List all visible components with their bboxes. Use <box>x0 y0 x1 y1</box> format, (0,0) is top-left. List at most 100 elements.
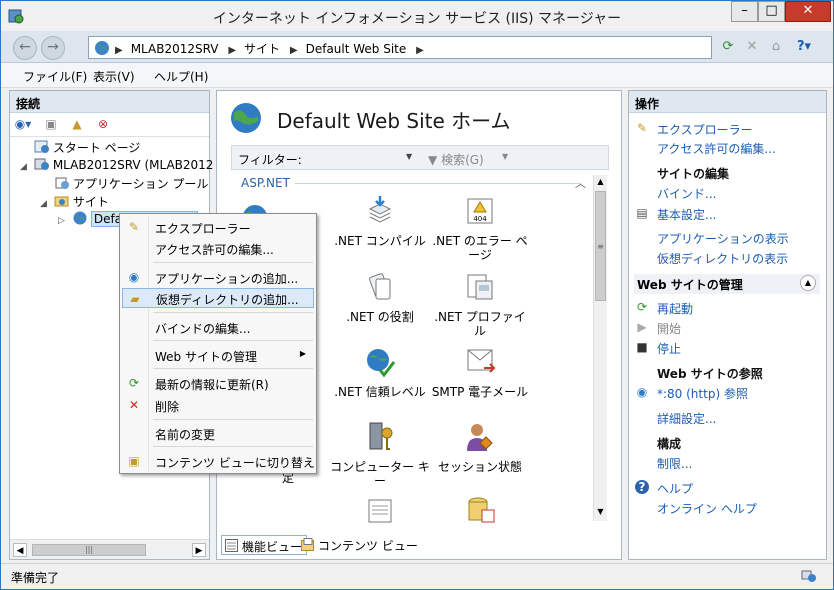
menu-help[interactable]: ヘルプ(H) <box>154 68 208 85</box>
action-explore[interactable]: エクスプローラー <box>657 121 753 138</box>
breadcrumb: ▶ MLAB2012SRV ▶ サイト ▶ Default Web Site ▶ <box>115 40 432 57</box>
action-restart[interactable]: 再起動 <box>657 300 693 317</box>
breadcrumb-server[interactable]: MLAB2012SRV <box>131 42 219 56</box>
stop-square-icon: ■ <box>636 340 648 354</box>
feature-machine-key[interactable]: コンピューター キー <box>330 421 430 488</box>
browse-website-heading: Web サイトの参照 <box>657 367 763 381</box>
collapse-icon[interactable]: ◢ <box>40 199 50 209</box>
action-browse-80[interactable]: *:80 (http) 参照 <box>657 385 748 402</box>
action-stop[interactable]: 停止 <box>657 340 681 357</box>
vertical-scrollbar[interactable]: ▲ ≡ ▼ <box>593 175 607 521</box>
machine-key-icon <box>369 422 393 450</box>
minimize-button[interactable]: – <box>731 1 758 22</box>
ctx-refresh[interactable]: ⟳ 最新の情報に更新(R) <box>122 373 314 393</box>
action-help[interactable]: ヘルプ <box>657 480 693 497</box>
scroll-thumb[interactable]: ||| <box>32 544 146 556</box>
action-view-applications[interactable]: アプリケーションの表示 <box>657 230 789 247</box>
add-application-icon: ◉ <box>128 270 140 284</box>
feature-partial-bottom-2[interactable] <box>330 494 430 533</box>
address-bar[interactable]: ▶ MLAB2012SRV ▶ サイト ▶ Default Web Site ▶ <box>88 36 712 59</box>
ctx-manage-website[interactable]: Web サイトの管理 ▶ <box>122 345 314 365</box>
ctx-add-virtual-directory[interactable]: ▰ 仮想ディレクトリの追加... <box>122 288 314 308</box>
collapse-icon[interactable]: ︿ <box>575 175 586 191</box>
stop-icon[interactable]: ✕ <box>742 37 762 57</box>
action-basic-settings[interactable]: 基本設定... <box>657 206 716 223</box>
feature-partial-bottom-3[interactable] <box>430 494 530 533</box>
svg-text:404: 404 <box>473 215 487 223</box>
action-advanced-settings[interactable]: 詳細設定... <box>657 410 716 427</box>
help-dropdown-icon[interactable]: ?▾ <box>794 37 814 57</box>
search-button[interactable]: ▼ 検索(G) <box>428 151 484 168</box>
menu-view[interactable]: 表示(V) <box>93 68 135 85</box>
ctx-remove[interactable]: ✕ 削除 <box>122 395 314 415</box>
breadcrumb-sites[interactable]: サイト <box>244 42 280 56</box>
maximize-button[interactable]: □ <box>758 1 785 22</box>
actions-panel: 操作 ✎ エクスプローラー アクセス許可の編集... サイトの編集 バインド..… <box>628 90 827 560</box>
back-button[interactable]: ← <box>13 36 37 60</box>
tree-item-server[interactable]: ◢ MLAB2012SRV (MLAB2012 <box>20 157 213 175</box>
status-bar: 準備完了 <box>1 563 833 589</box>
action-bindings[interactable]: バインド... <box>657 185 716 202</box>
sites-folder-icon <box>54 196 69 207</box>
funnel-icon: ▼ <box>428 153 438 167</box>
action-edit-permissions[interactable]: アクセス許可の編集... <box>657 140 776 157</box>
disconnect-icon[interactable]: ⊗ <box>94 117 112 133</box>
home-icon[interactable]: ⌂ <box>766 37 786 57</box>
start-page-icon <box>34 140 49 153</box>
refresh-icon[interactable]: ⟳ <box>718 37 738 57</box>
ctx-switch-content-view[interactable]: ▣ コンテンツ ビューに切り替え <box>122 451 315 471</box>
chevron-right-icon: ▶ <box>289 45 298 56</box>
forward-button[interactable]: → <box>41 36 65 60</box>
feature-dotnet-compile[interactable]: .NET コンパイル <box>330 195 430 248</box>
up-folder-icon[interactable]: ▲ <box>68 117 86 133</box>
title-bar: インターネット インフォメーション サービス (IIS) マネージャー – □ … <box>1 1 833 31</box>
features-view-icon <box>225 539 238 552</box>
close-button[interactable]: ✕ <box>785 1 831 22</box>
filter-dropdown-icon[interactable]: ▼ <box>406 152 412 161</box>
cylinder-icon <box>468 497 495 523</box>
scroll-left-icon[interactable]: ◀ <box>13 543 27 557</box>
smtp-mail-icon <box>467 349 496 373</box>
feature-smtp-email[interactable]: SMTP 電子メール <box>430 346 530 399</box>
action-online-help[interactable]: オンライン ヘルプ <box>657 500 757 517</box>
refresh-icon: ⟳ <box>128 376 140 390</box>
filter-label: フィルター: <box>238 153 302 167</box>
menu-file[interactable]: ファイル(F) <box>23 68 87 85</box>
search-dropdown-icon[interactable]: ▼ <box>502 152 508 161</box>
expand-icon[interactable]: ▷ <box>58 216 68 226</box>
breadcrumb-site[interactable]: Default Web Site <box>306 42 407 56</box>
help-icon: ? <box>635 480 649 494</box>
feature-session-state[interactable]: セッション状態 <box>430 421 530 474</box>
action-view-vdirs[interactable]: 仮想ディレクトリの表示 <box>657 250 788 267</box>
tab-content-view[interactable]: コンテンツ ビュー <box>298 535 422 555</box>
collapse-icon[interactable]: ◢ <box>20 162 30 172</box>
scroll-thumb[interactable]: ≡ <box>595 191 606 301</box>
scroll-right-icon[interactable]: ▶ <box>192 543 206 557</box>
feature-dotnet-error-pages[interactable]: 404 .NET のエラー ページ <box>430 195 530 262</box>
connect-globe-icon[interactable]: ◉▾ <box>14 117 32 133</box>
page-title: Default Web Site ホーム <box>277 109 511 133</box>
menu-bar: ファイル(F) 表示(V) ヘルプ(H) <box>1 63 833 88</box>
ctx-rename[interactable]: 名前の変更 <box>122 423 314 443</box>
scroll-down-icon[interactable]: ▼ <box>595 507 606 519</box>
collapse-icon[interactable]: ▲ <box>800 275 816 291</box>
ctx-add-application[interactable]: ◉ アプリケーションの追加... <box>122 267 314 287</box>
dotnet-compile-icon <box>368 196 392 223</box>
tree-item-sites[interactable]: ◢ サイト <box>40 193 109 211</box>
horizontal-scrollbar[interactable]: ◀ ||| ▶ <box>10 539 209 559</box>
feature-dotnet-profile[interactable]: .NET プロファイル <box>430 271 530 338</box>
action-limits[interactable]: 制限... <box>657 455 692 472</box>
window-title: インターネット インフォメーション サービス (IIS) マネージャー <box>212 11 622 27</box>
scroll-up-icon[interactable]: ▲ <box>595 177 606 189</box>
ctx-edit-permissions[interactable]: アクセス許可の編集... <box>122 238 314 258</box>
tree-item-app-pools[interactable]: アプリケーション プール <box>40 175 208 193</box>
feature-dotnet-trust[interactable]: .NET 信頼レベル <box>330 346 430 399</box>
feature-dotnet-roles[interactable]: .NET の役割 <box>330 271 430 324</box>
tab-features-view[interactable]: 機能ビュー <box>221 535 308 555</box>
tree-item-start-page[interactable]: スタート ページ <box>20 139 140 157</box>
view-switcher: 機能ビュー コンテンツ ビュー <box>216 533 622 559</box>
iis-manager-window: インターネット インフォメーション サービス (IIS) マネージャー – □ … <box>0 0 834 590</box>
ctx-edit-bindings[interactable]: バインドの編集... <box>122 317 314 337</box>
save-icon[interactable]: ▣ <box>42 117 60 133</box>
ctx-explore[interactable]: ✎ エクスプローラー <box>122 217 314 237</box>
